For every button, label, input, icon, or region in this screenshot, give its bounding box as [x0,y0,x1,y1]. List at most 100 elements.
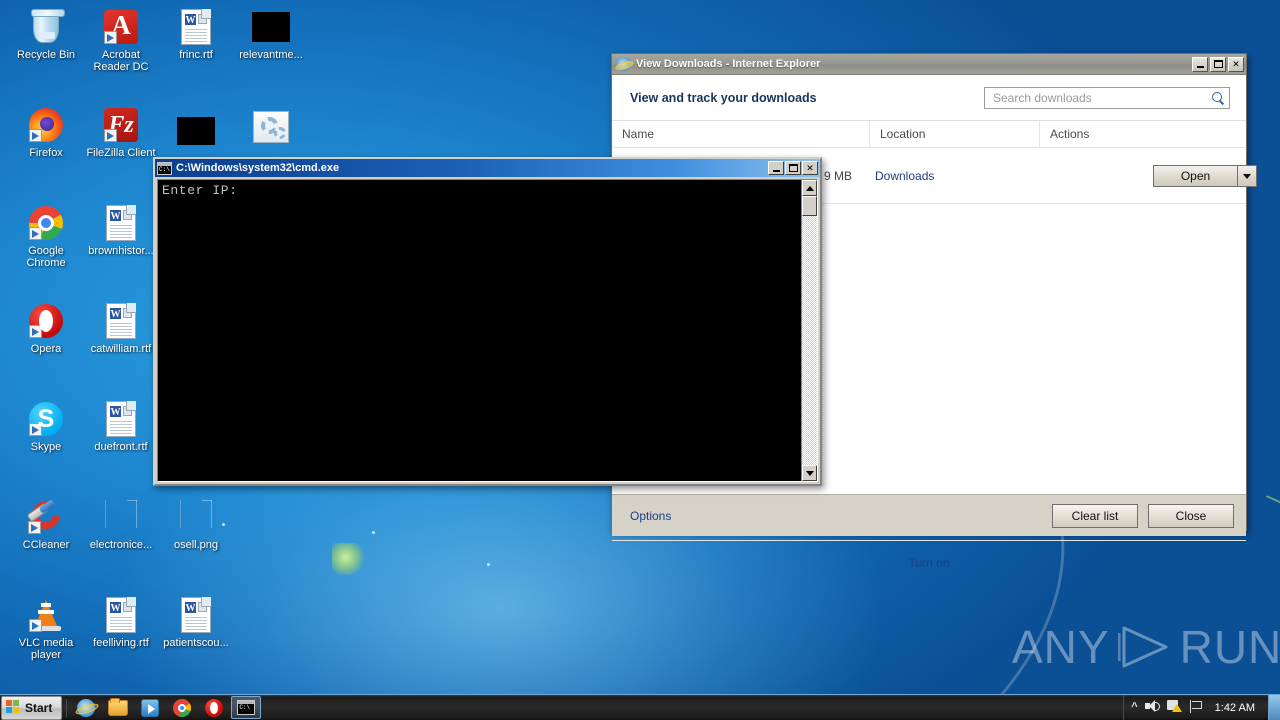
acrobat-reader-icon: A [102,8,140,46]
options-link[interactable]: Options [630,509,671,523]
column-header-actions[interactable]: Actions [1039,121,1246,147]
download-action[interactable]: Open [1153,165,1257,187]
chrome-icon [27,204,65,242]
start-button[interactable]: Start [1,695,63,720]
desktop-icon-frinc-rtf[interactable]: W frinc.rtf [158,8,234,61]
recycle-bin-icon [27,8,65,46]
system-tray[interactable]: ^ 1:42 AM [1123,694,1280,720]
desktop-icon-patientscou[interactable]: W patientscou... [158,596,234,649]
desktop-icon-brownhistor[interactable]: W brownhistor... [83,204,159,257]
action-center-icon[interactable] [1166,700,1182,715]
desktop-icon-firefox[interactable]: Firefox [8,106,84,159]
window-controls[interactable]: ✕ [1192,56,1244,72]
opera-icon [27,302,65,340]
network-icon[interactable] [1189,700,1204,715]
desktop-icon-osell-png[interactable]: osell.png [158,498,234,551]
ccleaner-icon [26,495,66,536]
taskbar[interactable]: Start ^ 1:42 AM [0,694,1280,720]
scrollbar-track[interactable] [802,216,817,465]
desktop-icon-label: CCleaner [22,539,70,551]
desktop-icon-vlc-media-player[interactable]: VLC media player [8,596,84,661]
desktop[interactable]: Recycle Bin A Acrobat Reader DC W frinc.… [0,0,1280,720]
desktop-icon-electronice[interactable]: electronice... [83,498,159,551]
rtf-document-icon: W [102,204,140,242]
desktop-icon-opera[interactable]: Opera [8,302,84,355]
download-location[interactable]: Downloads [875,169,934,183]
open-dropdown-button[interactable] [1237,165,1257,187]
desktop-icon-label: Opera [30,343,62,355]
taskbar-item-google-chrome[interactable] [167,696,197,719]
desktop-icon-catwilliam-rtf[interactable]: W catwilliam.rtf [83,302,159,355]
taskbar-item-opera[interactable] [199,696,229,719]
chrome-icon [173,698,192,717]
scroll-down-button[interactable] [802,465,817,481]
desktop-icon-recycle-bin[interactable]: Recycle Bin [8,8,84,61]
watermark-text-run: RUN [1179,621,1280,673]
desktop-icon-filezilla-client[interactable]: Fz FileZilla Client [83,106,159,159]
desktop-icon-settings[interactable] [233,108,309,149]
desktop-icon-google-chrome[interactable]: Google Chrome [8,204,84,269]
clear-list-button[interactable]: Clear list [1052,503,1138,528]
cmd-scrollbar[interactable] [801,180,817,481]
maximize-button[interactable] [1210,56,1226,72]
close-window-button[interactable]: Close [1148,503,1234,528]
clock[interactable]: 1:42 AM [1215,702,1255,714]
cmd-console-text: Enter IP: [162,183,238,198]
ie-header: View and track your downloads [612,75,1246,121]
cmd-close-button[interactable]: ✕ [802,161,818,175]
desktop-icon-skype[interactable]: Skype [8,400,84,453]
desktop-icon-label: electronice... [89,539,153,551]
command-prompt-icon [237,700,256,715]
desktop-icon-label: brownhistor... [88,245,154,257]
minimize-button[interactable] [1192,56,1208,72]
turn-on-link[interactable]: Turn on [909,556,950,570]
open-button[interactable]: Open [1153,165,1237,187]
ie-titlebar[interactable]: View Downloads - Internet Explorer ✕ [612,54,1246,75]
column-header-location[interactable]: Location [869,121,1039,147]
desktop-icon-label: duefront.rtf [94,441,148,453]
scroll-up-button[interactable] [802,180,817,196]
cmd-console-body[interactable]: Enter IP: [157,179,818,482]
wallpaper-sparkle [372,531,375,534]
taskbar-item-windows-media-player[interactable] [135,696,165,719]
taskbar-item-windows-explorer[interactable] [103,696,133,719]
rtf-document-icon: W [177,596,215,634]
redacted-thumbnail-icon [252,8,290,46]
scrollbar-thumb[interactable] [802,196,817,216]
column-header-name[interactable]: Name [612,121,869,147]
anyrun-watermark: ANY RUN [1012,619,1280,675]
page-title: View and track your downloads [630,90,817,105]
cmd-window-controls[interactable]: ✕ [768,161,818,175]
desktop-icon-redacted-2[interactable] [158,112,234,153]
show-hidden-icons-button[interactable]: ^ [1131,702,1137,713]
internet-explorer-icon [77,698,96,717]
close-button[interactable]: ✕ [1228,56,1244,72]
show-desktop-button[interactable] [1268,694,1280,720]
desktop-icon-relevantme[interactable]: relevantme... [233,8,309,61]
cmd-maximize-button[interactable] [785,161,801,175]
volume-icon[interactable] [1144,700,1160,715]
taskbar-item-internet-explorer[interactable] [71,696,101,719]
cmd-titlebar[interactable]: C:\Windows\system32\cmd.exe ✕ [155,159,820,177]
rtf-document-icon: W [102,400,140,438]
desktop-icon-acrobat-reader-dc[interactable]: A Acrobat Reader DC [83,8,159,73]
smartscreen-row: Turn on [612,540,1246,586]
desktop-icon-label: Google Chrome [26,245,66,269]
taskbar-item-command-prompt[interactable] [231,696,262,719]
search-icon[interactable] [1211,91,1225,105]
search-downloads-box[interactable] [984,86,1230,109]
rtf-document-icon: W [102,596,140,634]
cmd-minimize-button[interactable] [768,161,784,175]
desktop-icon-duefront-rtf[interactable]: W duefront.rtf [83,400,159,453]
desktop-icon-feelliving-rtf[interactable]: W feelliving.rtf [83,596,159,649]
command-prompt-icon [157,161,172,175]
opera-icon [205,698,224,717]
media-player-icon [141,698,160,717]
desktop-icon-label: Skype [30,441,62,453]
desktop-icon-label: osell.png [173,539,219,551]
command-prompt-window[interactable]: C:\Windows\system32\cmd.exe ✕ Enter IP: [153,157,822,486]
ie-footer: Options Clear list Close [612,494,1246,536]
search-input[interactable] [991,89,1211,106]
desktop-icon-ccleaner[interactable]: CCleaner [8,495,84,551]
gear-icon [252,108,290,146]
